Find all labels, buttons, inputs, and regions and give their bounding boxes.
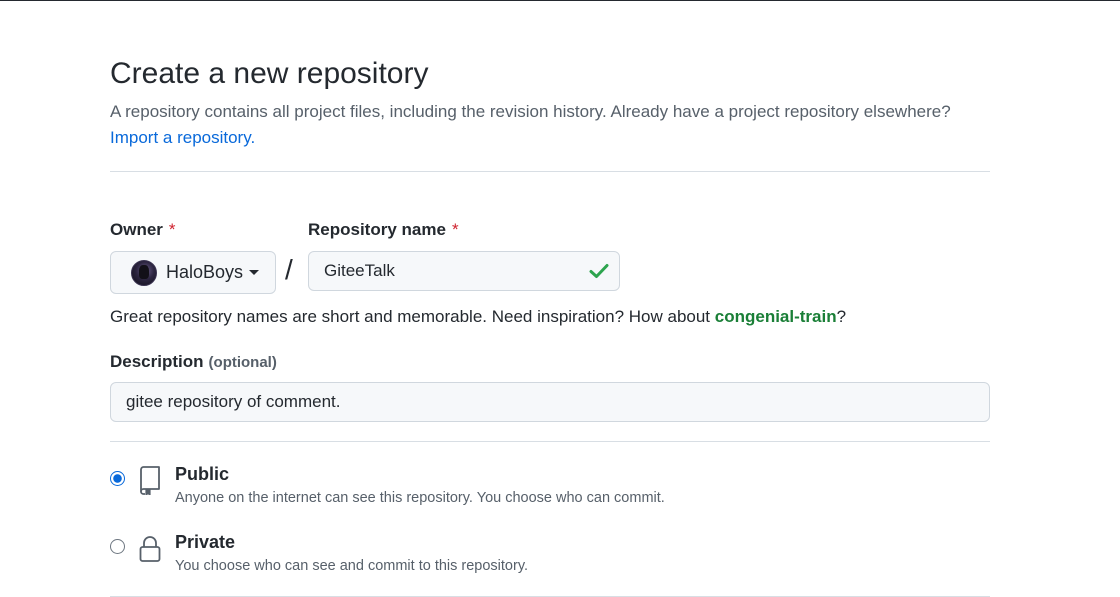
private-description: You choose who can see and commit to thi… bbox=[175, 558, 529, 574]
repository-name-hint: Great repository names are short and mem… bbox=[110, 307, 846, 327]
page-subtitle: A repository contains all project files,… bbox=[110, 99, 990, 151]
description-optional-label: (optional) bbox=[208, 354, 277, 371]
public-description: Anyone on the internet can see this repo… bbox=[175, 490, 665, 506]
repository-name-value: GiteeTalk bbox=[324, 261, 395, 280]
suggested-name-link[interactable]: congenial-train bbox=[715, 307, 837, 326]
owner-label: Owner * bbox=[110, 220, 176, 240]
private-title: Private bbox=[175, 532, 236, 552]
top-border bbox=[0, 0, 1120, 1]
owner-avatar bbox=[131, 259, 157, 286]
repository-required-mark: * bbox=[451, 220, 459, 239]
repository-name-label: Repository name * bbox=[308, 220, 459, 240]
description-value: gitee repository of comment. bbox=[126, 392, 341, 411]
description-input[interactable]: gitee repository of comment. bbox=[110, 382, 990, 422]
page-title: Create a new repository bbox=[110, 57, 429, 90]
import-repository-link[interactable]: Import a repository. bbox=[110, 125, 990, 151]
hint-prefix: Great repository names are short and mem… bbox=[110, 307, 715, 326]
owner-label-text: Owner bbox=[110, 220, 163, 239]
subtitle-text: A repository contains all project files,… bbox=[110, 102, 951, 121]
hint-suffix: ? bbox=[836, 307, 847, 326]
owner-dropdown-button[interactable]: HaloBoys bbox=[110, 251, 276, 294]
caret-down-icon bbox=[249, 270, 260, 275]
description-label: Description (optional) bbox=[110, 352, 277, 372]
lock-icon bbox=[139, 536, 161, 562]
section-divider bbox=[110, 441, 990, 442]
owner-name: HaloBoys bbox=[166, 262, 244, 282]
private-radio[interactable] bbox=[110, 539, 125, 554]
description-label-text: Description bbox=[110, 352, 204, 371]
repository-name-input[interactable]: GiteeTalk bbox=[308, 251, 620, 291]
owner-repo-separator: / bbox=[285, 254, 293, 285]
check-icon bbox=[589, 264, 609, 278]
public-title: Public bbox=[175, 464, 230, 484]
repo-icon bbox=[140, 466, 160, 495]
section-divider bbox=[110, 171, 990, 172]
repository-name-label-text: Repository name bbox=[308, 220, 446, 239]
owner-required-mark: * bbox=[168, 220, 176, 239]
public-radio[interactable] bbox=[110, 471, 125, 486]
